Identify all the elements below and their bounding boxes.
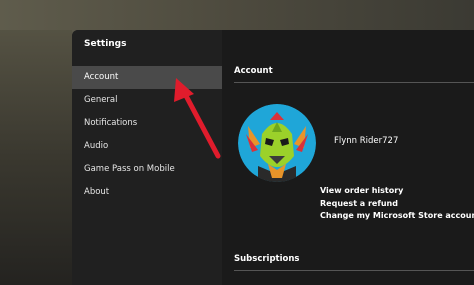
desktop-background-top [0, 0, 474, 30]
username: Flynn Rider727 [334, 136, 399, 146]
account-links: View order history Request a refund Chan… [320, 185, 474, 223]
account-section-title: Account [234, 66, 273, 76]
subscriptions-divider [234, 270, 474, 271]
request-refund-link[interactable]: Request a refund [320, 198, 474, 211]
red-arrow-icon [174, 78, 221, 159]
view-order-history-link[interactable]: View order history [320, 185, 474, 198]
subscriptions-section-title: Subscriptions [234, 254, 300, 264]
settings-title: Settings [84, 39, 127, 49]
account-divider [234, 82, 474, 83]
sidebar-item-about[interactable]: About [72, 181, 222, 204]
settings-window: Settings Account General Notifications A… [72, 30, 474, 285]
desktop-background [0, 0, 72, 285]
avatar [238, 104, 316, 182]
account-panel: Account Flynn Rider727 View order histor… [222, 30, 474, 285]
alien-avatar-icon [238, 104, 316, 182]
change-store-account-link[interactable]: Change my Microsoft Store account [320, 210, 474, 223]
